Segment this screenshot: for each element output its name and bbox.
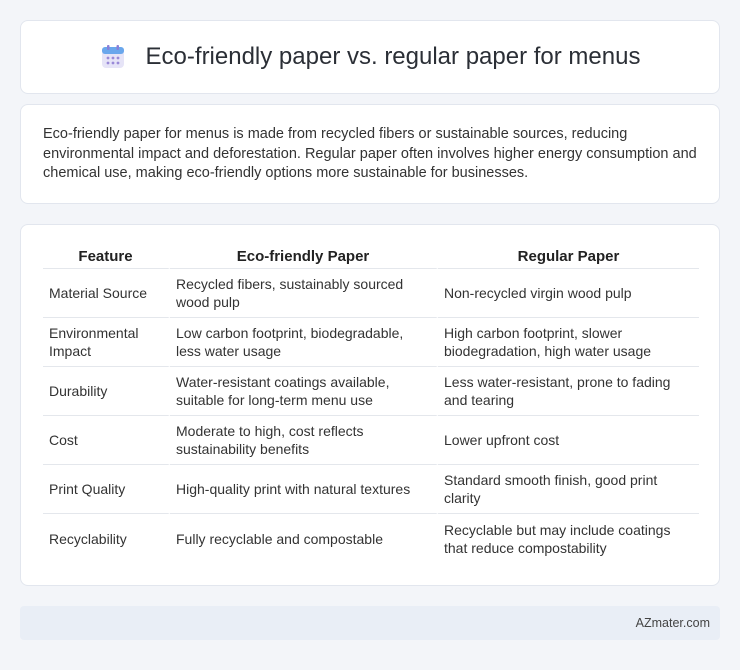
summary-card: Eco-friendly paper for menus is made fro… bbox=[20, 104, 720, 204]
eco-cell: Fully recyclable and compostable bbox=[170, 514, 438, 563]
feature-cell: Recyclability bbox=[43, 514, 170, 563]
column-header-regular: Regular Paper bbox=[438, 245, 699, 269]
footer-brand[interactable]: AZmater.com bbox=[636, 616, 710, 630]
comparison-table-card: Feature Eco-friendly Paper Regular Paper… bbox=[20, 224, 720, 586]
calendar-icon bbox=[101, 45, 124, 68]
feature-cell: Print Quality bbox=[43, 465, 170, 514]
footer-bar: AZmater.com bbox=[20, 606, 720, 640]
eco-cell: Low carbon footprint, biodegradable, les… bbox=[170, 318, 438, 367]
feature-cell: Material Source bbox=[43, 269, 170, 318]
eco-cell: Recycled fibers, sustainably sourced woo… bbox=[170, 269, 438, 318]
column-header-eco-friendly: Eco-friendly Paper bbox=[170, 245, 438, 269]
table-row: Environmental Impact Low carbon footprin… bbox=[43, 318, 699, 367]
feature-cell: Environmental Impact bbox=[43, 318, 170, 367]
regular-cell: Less water-resistant, prone to fading an… bbox=[438, 367, 699, 416]
table-row: Print Quality High-quality print with na… bbox=[43, 465, 699, 514]
regular-cell: High carbon footprint, slower biodegrada… bbox=[438, 318, 699, 367]
column-header-feature: Feature bbox=[43, 245, 170, 269]
regular-cell: Lower upfront cost bbox=[438, 416, 699, 465]
eco-cell: High-quality print with natural textures bbox=[170, 465, 438, 514]
page-title: Eco-friendly paper vs. regular paper for… bbox=[145, 43, 641, 70]
table-row: Material Source Recycled fibers, sustain… bbox=[43, 269, 699, 318]
feature-cell: Durability bbox=[43, 367, 170, 416]
feature-cell: Cost bbox=[43, 416, 170, 465]
table-header-row: Feature Eco-friendly Paper Regular Paper bbox=[43, 245, 699, 269]
title-card: Eco-friendly paper vs. regular paper for… bbox=[20, 20, 720, 94]
regular-cell: Non-recycled virgin wood pulp bbox=[438, 269, 699, 318]
regular-cell: Recyclable but may include coatings that… bbox=[444, 521, 671, 556]
comparison-table: Feature Eco-friendly Paper Regular Paper… bbox=[43, 245, 699, 563]
table-row: Recyclability Fully recyclable and compo… bbox=[43, 514, 699, 563]
table-row: Cost Moderate to high, cost reflects sus… bbox=[43, 416, 699, 465]
eco-cell: Moderate to high, cost reflects sustaina… bbox=[170, 416, 438, 465]
eco-cell: Water-resistant coatings available, suit… bbox=[170, 367, 438, 416]
regular-cell: Standard smooth finish, good print clari… bbox=[438, 465, 699, 514]
table-row: Durability Water-resistant coatings avai… bbox=[43, 367, 699, 416]
summary-text: Eco-friendly paper for menus is made fro… bbox=[43, 126, 697, 181]
